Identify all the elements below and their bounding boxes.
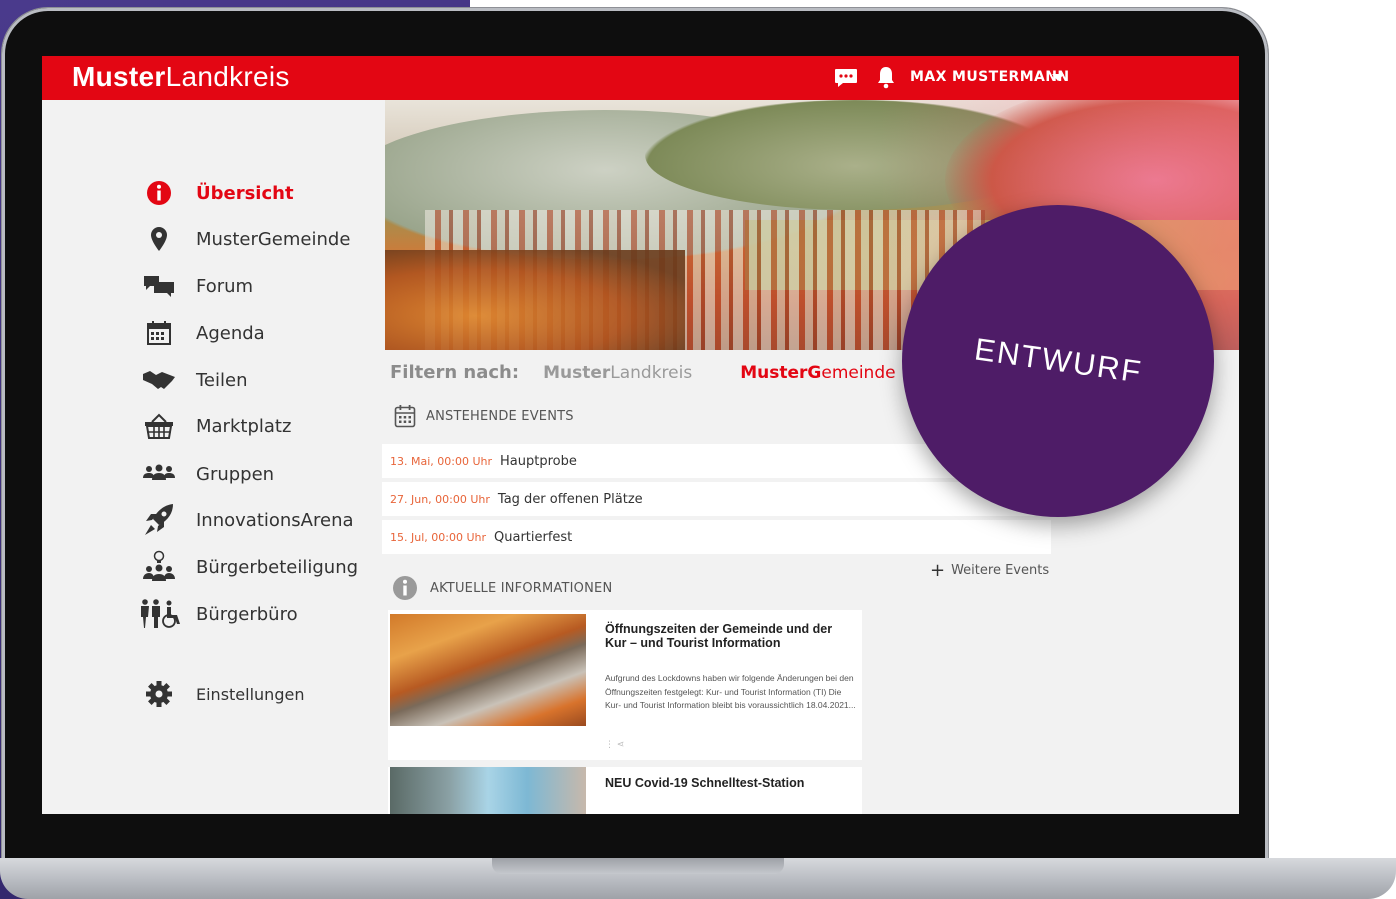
more-events-label: Weitere Events [951, 563, 1050, 578]
plus-icon: + [930, 560, 946, 581]
filter-option-light: Landkreis [610, 363, 693, 383]
more-events-link[interactable]: + Weitere Events [930, 560, 1049, 581]
sidebar-item-label: Forum [196, 275, 254, 297]
event-date: 13. Mai, 00:00 Uhr [390, 454, 493, 468]
sidebar-item-label: Agenda [196, 322, 265, 344]
draft-badge: ENTWURF [902, 205, 1214, 517]
event-title: Quartierfest [494, 529, 573, 545]
event-date: 27. Jun, 00:00 Uhr [390, 492, 490, 506]
sidebar-item-buergerbuero[interactable]: Bürgerbüro [140, 594, 298, 634]
sidebar-item-label: Gruppen [196, 463, 275, 485]
sidebar-item-mustergemeinde[interactable]: MusterGemeinde [142, 219, 350, 259]
chat-icon[interactable] [834, 68, 858, 88]
brand-logo[interactable]: MusterLandkreis [72, 61, 290, 93]
settings-label: Einstellungen [196, 684, 305, 704]
sidebar-item-label: Teilen [196, 369, 248, 391]
handshake-icon [142, 365, 176, 395]
event-title: Tag der offenen Plätze [497, 491, 643, 507]
news-card[interactable]: NEU Covid-19 Schnelltest-Station [388, 767, 862, 814]
sidebar-item-teilen[interactable]: Teilen [142, 360, 248, 400]
filter-option-bold: MusterG [740, 363, 822, 383]
sidebar-item-label: Marktplatz [196, 415, 292, 437]
events-header: ANSTEHENDE EVENTS [394, 404, 574, 428]
filter-bar: Filtern nach: MusterLandkreis MusterGeme… [390, 362, 896, 383]
news-item-text: Aufgrund des Lockdowns haben wir folgend… [605, 673, 856, 710]
participation-icon [142, 550, 176, 582]
news-image [390, 767, 586, 814]
sidebar-item-label: Bürgerbüro [196, 603, 298, 625]
list-item[interactable]: 27. Jun, 00:00 Uhr Tag der offenen Plätz… [382, 482, 1051, 516]
sidebar-item-innovationsarena[interactable]: InnovationsArena [142, 500, 354, 540]
top-bar: MusterLandkreis MAX MUSTERMANN [42, 56, 1239, 100]
news-image [390, 614, 586, 726]
share-icon[interactable]: ⋮ ⋖ [605, 740, 624, 750]
basket-icon [142, 411, 176, 441]
rocket-icon [142, 504, 176, 535]
filter-option-bold: Muster [543, 363, 611, 383]
group-icon [142, 459, 176, 489]
filter-option-landkreis[interactable]: MusterLandkreis [543, 363, 692, 383]
draft-badge-label: ENTWURF [972, 331, 1145, 390]
bell-icon[interactable] [876, 65, 896, 89]
sidebar-item-label: Übersicht [196, 182, 294, 204]
sidebar-item-label: InnovationsArena [196, 509, 354, 531]
gear-icon [142, 679, 176, 709]
sidebar-item-buergerbeteiligung[interactable]: Bürgerbeteiligung [142, 547, 358, 587]
news-card[interactable]: Öffnungszeiten der Gemeinde und der Kur … [388, 610, 862, 760]
citizens-office-icon [140, 599, 186, 629]
sidebar-item-marktplatz[interactable]: Marktplatz [142, 406, 291, 446]
laptop-notch [492, 858, 784, 874]
news-title: AKTUELLE INFORMATIONEN [430, 580, 613, 596]
sidebar: Übersicht MusterGemeinde Forum Agenda Te… [42, 100, 385, 814]
info-icon [142, 178, 176, 208]
calendar-icon [394, 405, 416, 428]
news-item-title: Öffnungszeiten der Gemeinde und der Kur … [605, 622, 833, 650]
filter-label: Filtern nach: [390, 362, 520, 383]
sidebar-item-einstellungen[interactable]: Einstellungen [142, 674, 304, 714]
news-item-title: NEU Covid-19 Schnelltest-Station [605, 776, 805, 790]
brand-light: Landkreis [165, 61, 290, 92]
chat-bubbles-icon [142, 271, 176, 301]
chevron-down-icon[interactable] [1052, 74, 1064, 81]
brand-bold: Muster [72, 61, 166, 92]
map-pin-icon [142, 224, 176, 254]
event-title: Hauptprobe [500, 453, 577, 469]
filter-option-gemeinde[interactable]: MusterGemeinde [740, 363, 895, 383]
sidebar-item-uebersicht[interactable]: Übersicht [142, 173, 294, 213]
sidebar-item-agenda[interactable]: Agenda [142, 313, 265, 353]
event-date: 15. Jul, 00:00 Uhr [390, 530, 486, 544]
sidebar-item-gruppen[interactable]: Gruppen [142, 454, 274, 494]
sidebar-item-label: Bürgerbeteiligung [196, 556, 359, 578]
sidebar-item-label: MusterGemeinde [196, 228, 351, 250]
calendar-icon [142, 318, 176, 348]
events-title: ANSTEHENDE EVENTS [426, 408, 574, 424]
sidebar-item-forum[interactable]: Forum [142, 266, 253, 306]
info-icon [393, 576, 417, 600]
news-header: AKTUELLE INFORMATIONEN [392, 575, 612, 601]
user-menu[interactable]: MAX MUSTERMANN [910, 69, 1070, 85]
filter-option-light: emeinde [821, 363, 896, 383]
list-item[interactable]: 15. Jul, 00:00 Uhr Quartierfest [382, 520, 1051, 554]
